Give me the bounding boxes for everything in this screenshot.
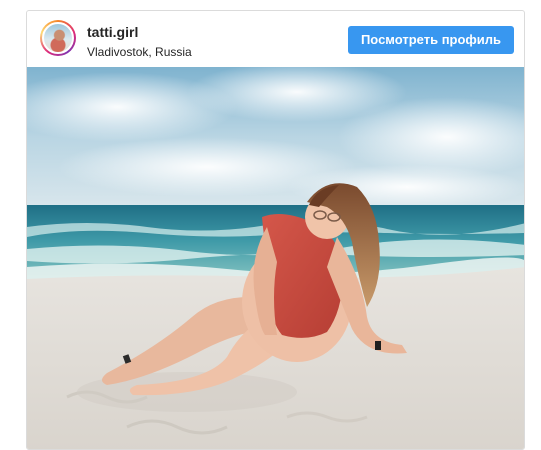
view-profile-button[interactable]: Посмотреть профиль xyxy=(348,26,514,54)
avatar[interactable] xyxy=(40,20,76,56)
location-link[interactable]: Vladivostok, Russia xyxy=(87,44,192,60)
instagram-post-card: tatti.girl Vladivostok, Russia Посмотрет… xyxy=(26,10,525,450)
avatar-image xyxy=(42,22,74,54)
user-info: tatti.girl Vladivostok, Russia xyxy=(87,24,192,60)
post-photo[interactable] xyxy=(27,67,524,449)
username-link[interactable]: tatti.girl xyxy=(87,24,192,41)
post-header: tatti.girl Vladivostok, Russia Посмотрет… xyxy=(27,11,524,67)
beach-photo-image xyxy=(27,67,524,449)
